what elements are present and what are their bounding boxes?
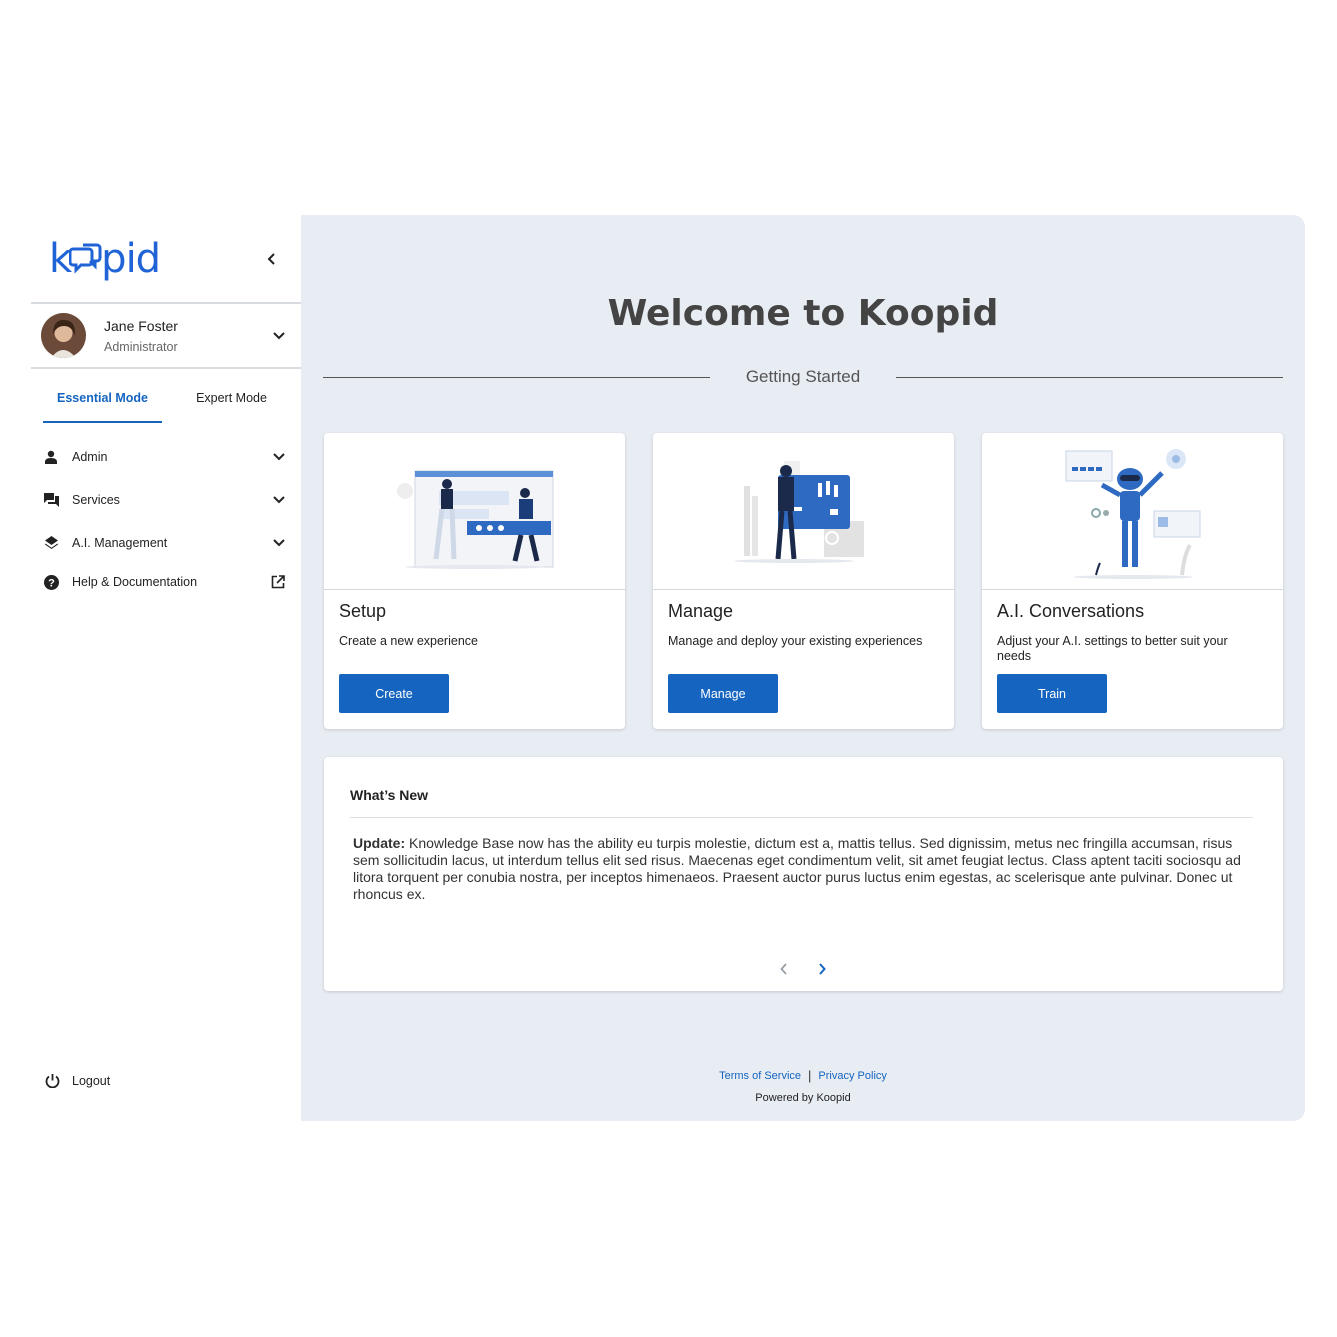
setup-card: Setup Create a new experience Create — [324, 433, 625, 729]
news-body: Update: Knowledge Base now has the abili… — [353, 835, 1255, 903]
train-button[interactable]: Train — [997, 674, 1107, 713]
layers-icon — [43, 535, 59, 551]
chevron-down-icon — [273, 538, 285, 546]
sidebar: k pid Jane Foster Administrator Essentia… — [31, 215, 301, 1121]
manage-button[interactable]: Manage — [668, 674, 778, 713]
previous-button[interactable] — [776, 959, 792, 979]
powered-by: Powered by Koopid — [755, 1092, 851, 1104]
sidebar-item-help-documentation[interactable]: ? Help & Documentation — [31, 564, 301, 600]
page-title: Welcome to Koopid — [607, 293, 999, 334]
divider — [350, 817, 1253, 818]
card-title: Setup — [339, 601, 387, 621]
logo-chat-bubbles-icon — [69, 243, 102, 274]
tab-expert-mode[interactable]: Expert Mode — [172, 385, 291, 423]
sidebar-nav: Admin Services A.I. Management ? Help & … — [31, 435, 301, 600]
card-description: Adjust your A.I. settings to better suit… — [997, 634, 1228, 663]
card-description: Create a new experience — [339, 634, 478, 648]
getting-started-cards: Setup Create a new experience Create Man… — [324, 433, 1283, 729]
manage-card: Manage Manage and deploy your existing e… — [653, 433, 954, 729]
card-title: Manage — [668, 601, 734, 621]
terms-of-service-link[interactable]: Terms of Service — [719, 1070, 801, 1082]
app-window: k pid Jane Foster Administrator Essentia… — [31, 215, 1305, 1121]
power-icon — [45, 1074, 60, 1088]
sidebar-item-label: Services — [72, 492, 120, 507]
news-pager — [776, 959, 830, 979]
avatar — [41, 313, 86, 358]
whats-new-panel: What’s New Update: Knowledge Base now ha… — [324, 757, 1283, 991]
chevron-left-icon — [267, 252, 275, 265]
person-icon — [43, 449, 59, 465]
user-role: Administrator — [104, 339, 178, 354]
sidebar-item-ai-management[interactable]: A.I. Management — [31, 521, 301, 564]
mode-tabs: Essential Mode Expert Mode — [31, 369, 301, 423]
ai-robot-illustration — [982, 433, 1283, 590]
koopid-logo[interactable]: k pid — [49, 236, 161, 282]
logout-button[interactable]: Logout — [45, 1073, 110, 1088]
news-prefix: Update: — [353, 835, 406, 851]
user-profile[interactable]: Jane Foster Administrator — [31, 304, 301, 369]
create-button[interactable]: Create — [339, 674, 449, 713]
external-link-icon — [271, 575, 285, 589]
chevron-right-icon — [819, 963, 826, 975]
chevron-down-icon — [273, 452, 285, 460]
help-icon: ? — [43, 574, 59, 590]
getting-started-divider: Getting Started — [323, 367, 1283, 387]
chevron-down-icon — [273, 495, 285, 503]
main-content: Welcome to Koopid Getting Started Setup … — [301, 215, 1305, 1121]
user-name: Jane Foster — [104, 317, 178, 334]
chat-icon — [43, 492, 59, 508]
svg-text:?: ? — [48, 577, 55, 589]
setup-illustration — [324, 433, 625, 590]
footer-links: Terms of Service | Privacy Policy — [301, 1068, 1305, 1083]
chevron-down-icon[interactable] — [273, 331, 285, 340]
sidebar-item-label: Help & Documentation — [72, 575, 198, 589]
sidebar-item-services[interactable]: Services — [31, 478, 301, 521]
tab-essential-mode[interactable]: Essential Mode — [43, 385, 162, 423]
ai-conversations-card: A.I. Conversations Adjust your A.I. sett… — [982, 433, 1283, 729]
footer-separator: | — [808, 1068, 812, 1083]
logo-row: k pid — [31, 215, 301, 304]
privacy-policy-link[interactable]: Privacy Policy — [818, 1070, 886, 1082]
whats-new-title: What’s New — [350, 787, 429, 803]
card-title: A.I. Conversations — [997, 601, 1145, 621]
logout-label: Logout — [72, 1073, 111, 1088]
collapse-sidebar-button[interactable] — [261, 248, 283, 270]
chevron-left-icon — [780, 963, 787, 975]
card-description: Manage and deploy your existing experien… — [668, 634, 923, 648]
next-button[interactable] — [814, 959, 830, 979]
sidebar-item-label: Admin — [72, 449, 108, 464]
sidebar-item-admin[interactable]: Admin — [31, 435, 301, 478]
manage-illustration — [653, 433, 954, 590]
sidebar-item-label: A.I. Management — [72, 535, 168, 550]
section-heading: Getting Started — [745, 367, 861, 386]
news-text: Knowledge Base now has the ability eu tu… — [353, 835, 1241, 902]
